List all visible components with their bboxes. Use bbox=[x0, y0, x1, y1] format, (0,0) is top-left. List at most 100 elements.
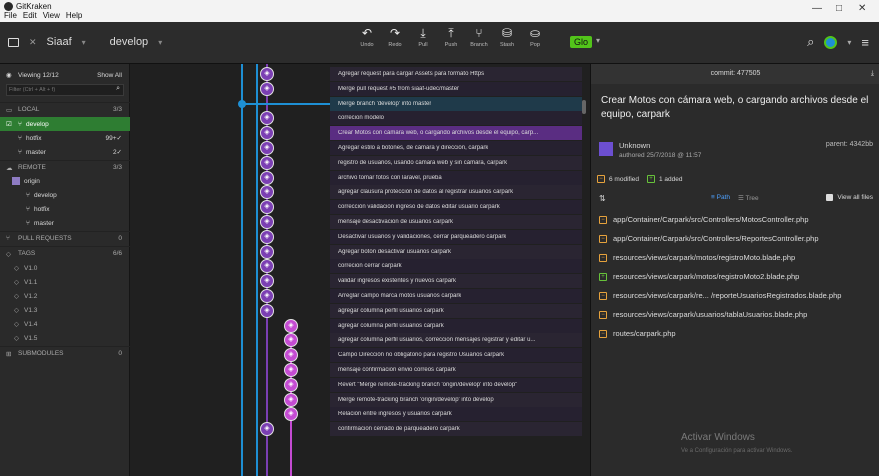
commit-row[interactable]: Crear Motos con cámara web, o cargando a… bbox=[330, 126, 582, 141]
commit-row[interactable]: validar ingresos existentes y nuevos car… bbox=[330, 274, 582, 289]
commit-node[interactable]: ◈ bbox=[284, 318, 298, 333]
undo-button[interactable]: ↶ Undo bbox=[356, 26, 378, 48]
commit-row[interactable]: Merge pull request #5 from siaaf-udec/ma… bbox=[330, 81, 582, 96]
menu-help[interactable]: Help bbox=[66, 11, 82, 20]
commit-row[interactable]: agregar clausura protección de datos al … bbox=[330, 185, 582, 200]
sidebar-item-tag[interactable]: ◇ V1.3 bbox=[0, 303, 130, 317]
commit-row[interactable]: agregar columna perfil usuarios, correcc… bbox=[330, 333, 582, 348]
sidebar-item-master[interactable]: ⑂ master 2✓ bbox=[0, 145, 130, 159]
branch-name[interactable]: develop bbox=[110, 36, 149, 48]
commit-node[interactable]: ◈ bbox=[260, 229, 274, 244]
changed-file-row[interactable]: − resources/views/carpark/usuarios/tablaU… bbox=[599, 310, 807, 319]
commit-row[interactable]: registro de usuarios, usando cámara web … bbox=[330, 155, 582, 170]
branch-button[interactable]: ⑂ Branch bbox=[468, 26, 490, 48]
commit-row[interactable]: corrección validación ingreso de datos e… bbox=[330, 200, 582, 215]
commit-row[interactable]: agregar columna perfil usuarios carpark bbox=[330, 318, 582, 333]
commit-node[interactable]: ◈ bbox=[260, 215, 274, 229]
commit-message[interactable]: Crear Motos con cámara web, o cargando a… bbox=[601, 94, 871, 122]
changed-file-row[interactable]: − app/Container/Carpark/src/Controllers/R… bbox=[599, 234, 819, 243]
commit-row[interactable]: Relacion entre ingresos y usuarios carpa… bbox=[330, 407, 582, 422]
tree-view-toggle[interactable]: ☰ Tree bbox=[738, 194, 759, 202]
profile-chevron-icon[interactable]: ▾ bbox=[847, 38, 851, 47]
commit-row[interactable]: Revert "Merge remote-tracking branch 'or… bbox=[330, 377, 582, 392]
minimize-button[interactable]: — bbox=[812, 3, 822, 14]
commit-node[interactable]: ◈ bbox=[260, 81, 274, 96]
download-icon[interactable]: ⤓ bbox=[871, 64, 874, 84]
commit-row[interactable]: mensaje desactivacion de usuarios carpar… bbox=[330, 215, 582, 229]
commit-sha[interactable]: commit: 477505 bbox=[711, 70, 761, 77]
commit-node[interactable]: ◈ bbox=[284, 392, 298, 407]
commit-row[interactable]: Desactivar usuarios y validaciones, cerr… bbox=[330, 229, 582, 244]
commit-row[interactable]: Agregar request para cargar Assets para … bbox=[330, 67, 582, 81]
sidebar-item-tag[interactable]: ◇ V1.0 bbox=[0, 261, 130, 275]
commit-row[interactable]: Merge remote-tracking branch 'origin/dev… bbox=[330, 392, 582, 407]
maximize-button[interactable]: □ bbox=[836, 3, 842, 14]
section-remote[interactable]: ☁ REMOTE 3/3 bbox=[0, 160, 130, 174]
pop-button[interactable]: ⛀ Pop bbox=[524, 26, 546, 48]
folder-icon[interactable] bbox=[8, 37, 19, 47]
changed-file-row[interactable]: − resources/views/carpark/motos/registroM… bbox=[599, 253, 795, 262]
sidebar-item-tag[interactable]: ◇ V1.1 bbox=[0, 275, 130, 289]
commit-node[interactable]: ◈ bbox=[284, 363, 298, 377]
sidebar-item-develop[interactable]: ☑ ⑂ develop bbox=[0, 117, 130, 131]
sidebar-item-remote-develop[interactable]: ⑂ develop bbox=[0, 188, 130, 202]
filter-input[interactable] bbox=[7, 85, 107, 95]
glo-button[interactable]: Glo bbox=[570, 36, 593, 48]
commit-row[interactable]: Arreglar campo marca motos usuarios carp… bbox=[330, 289, 582, 303]
menu-file[interactable]: File bbox=[4, 11, 17, 20]
sidebar-item-tag[interactable]: ◇ V1.2 bbox=[0, 289, 130, 303]
sidebar-item-tag[interactable]: ◇ V1.5 bbox=[0, 331, 130, 345]
repo-chevron-icon[interactable]: ▾ bbox=[82, 38, 86, 47]
commit-row[interactable]: archivo tomar fotos con laravel, prueba bbox=[330, 170, 582, 185]
close-tab-button[interactable]: ✕ bbox=[29, 37, 37, 48]
stash-button[interactable]: ⛁ Stash bbox=[496, 26, 518, 48]
pull-button[interactable]: ⤓ Pull bbox=[412, 26, 434, 48]
commit-row[interactable]: mensaje confirmacion envio correos carpa… bbox=[330, 363, 582, 377]
parent-sha[interactable]: parent: 4342bb bbox=[826, 141, 873, 148]
eye-icon[interactable]: ◉ bbox=[6, 71, 12, 79]
view-all-checkbox[interactable] bbox=[826, 194, 834, 201]
commit-row[interactable]: agregar columna perfil usuarios carpark bbox=[330, 303, 582, 318]
commit-node[interactable]: ◈ bbox=[260, 155, 274, 170]
commit-row[interactable]: Agregar botón desactivar usuarios carpar… bbox=[330, 244, 582, 259]
commit-row[interactable]: confirmacion cerrado de parqueadero carp… bbox=[330, 422, 582, 437]
menu-edit[interactable]: Edit bbox=[23, 11, 37, 20]
commit-node[interactable]: ◈ bbox=[260, 141, 274, 155]
sidebar-item-tag[interactable]: ◇ V1.4 bbox=[0, 317, 130, 331]
changed-file-row[interactable]: + resources/views/carpark/motos/registroM… bbox=[599, 272, 799, 281]
commit-node[interactable]: ◈ bbox=[260, 67, 274, 81]
glo-chevron-icon[interactable]: ▾ bbox=[596, 36, 600, 45]
close-window-button[interactable]: ✕ bbox=[858, 3, 866, 14]
commit-node[interactable]: ◈ bbox=[260, 303, 274, 318]
commit-node[interactable]: ◈ bbox=[260, 170, 274, 185]
commit-row[interactable]: Merge branch 'develop' into master bbox=[330, 96, 582, 111]
search-icon[interactable]: ⌕ bbox=[807, 34, 814, 50]
commit-node[interactable]: ◈ bbox=[260, 244, 274, 259]
sidebar-item-remote-hotfix[interactable]: ⑂ hotfix bbox=[0, 202, 130, 216]
changed-file-row[interactable]: − resources/views/carpark/re... /reporteU… bbox=[599, 291, 841, 300]
section-tags[interactable]: ◇ TAGS 6/6 bbox=[0, 246, 130, 260]
show-all-button[interactable]: Show All bbox=[97, 72, 122, 79]
sidebar-item-remote-master[interactable]: ⑂ master bbox=[0, 216, 130, 230]
menu-icon[interactable]: ≡ bbox=[861, 35, 869, 50]
changed-file-row[interactable]: − routes/carpark.php bbox=[599, 329, 676, 338]
commit-row[interactable]: correcion cerrar carpark bbox=[330, 259, 582, 274]
commit-node[interactable]: ◈ bbox=[260, 289, 274, 303]
commit-row[interactable]: Campo Dirección no obligatorio para regi… bbox=[330, 348, 582, 363]
section-local[interactable]: ▭ LOCAL 3/3 bbox=[0, 102, 130, 116]
menu-view[interactable]: View bbox=[43, 11, 60, 20]
push-button[interactable]: ⤒ Push bbox=[440, 26, 462, 48]
profile-avatar[interactable] bbox=[824, 35, 838, 49]
commit-node[interactable] bbox=[238, 99, 246, 108]
graph-scrollbar[interactable] bbox=[582, 100, 586, 114]
repo-name[interactable]: Siaaf bbox=[47, 36, 72, 48]
commit-row[interactable]: Agregar estilo a botones, de cámara y di… bbox=[330, 141, 582, 155]
commit-node[interactable]: ◈ bbox=[284, 377, 298, 392]
changed-file-row[interactable]: − app/Container/Carpark/src/Controllers/M… bbox=[599, 215, 809, 224]
sidebar-item-origin[interactable]: origin bbox=[0, 174, 130, 188]
section-pull-requests[interactable]: ⑂ PULL REQUESTS 0 bbox=[0, 231, 130, 245]
commit-row[interactable]: correcion modelo bbox=[330, 111, 582, 126]
sort-icon[interactable]: ⇅ bbox=[599, 194, 606, 203]
branch-chevron-icon[interactable]: ▾ bbox=[158, 38, 162, 47]
redo-button[interactable]: ↷ Redo bbox=[384, 26, 406, 48]
